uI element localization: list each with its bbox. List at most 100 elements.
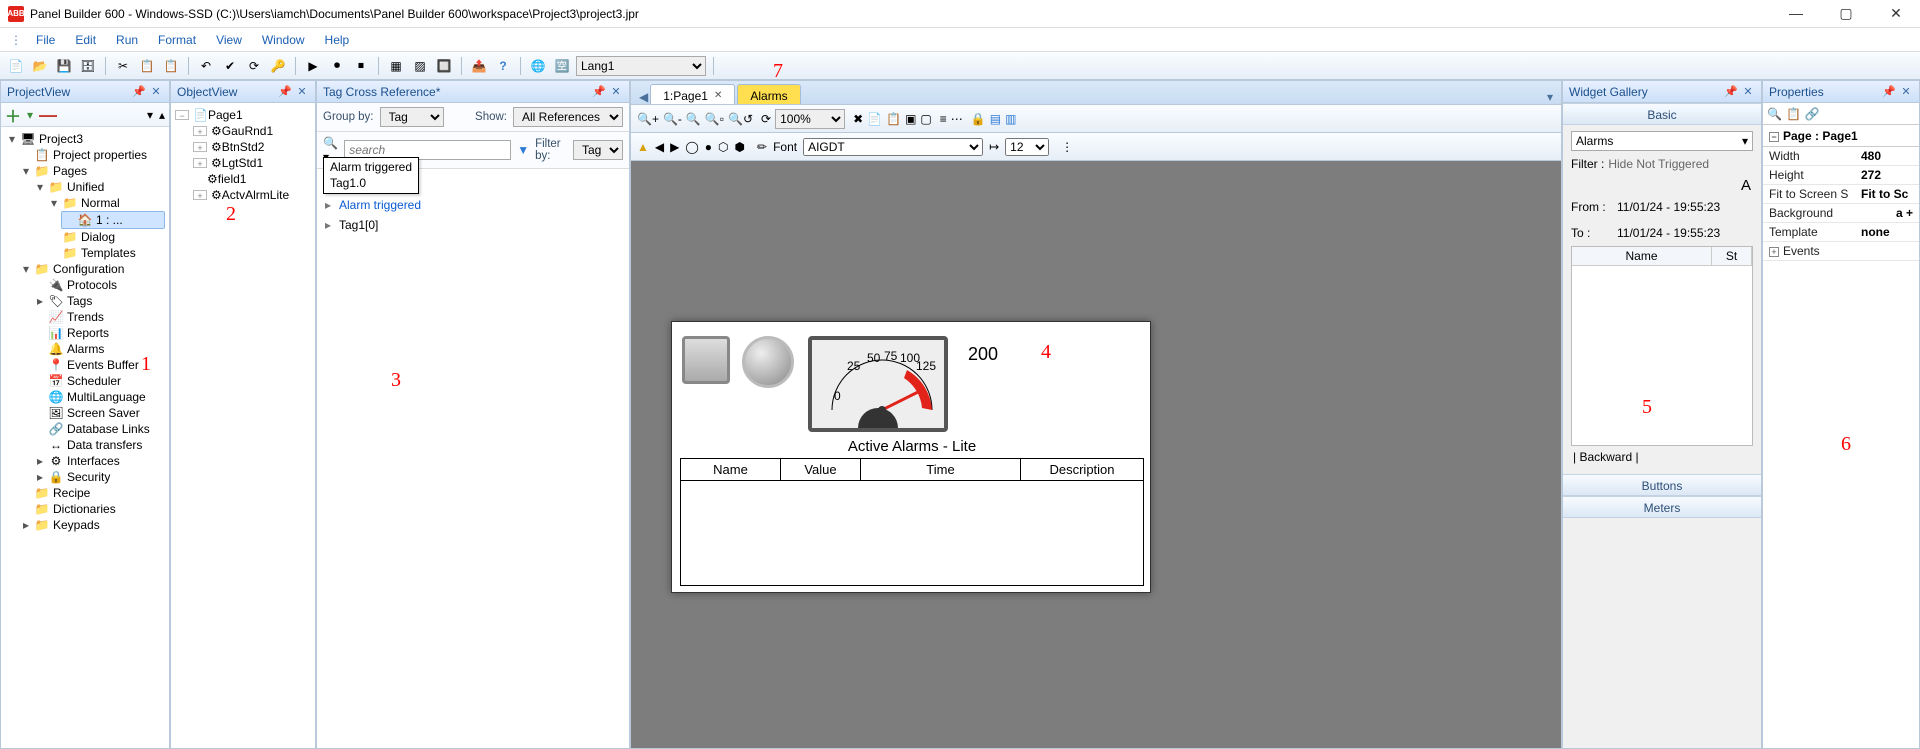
layers2-icon[interactable]: ▥ [1005, 112, 1016, 126]
align-icon[interactable]: ≡ [940, 112, 947, 126]
gallery-grid[interactable]: Name St 5 [1571, 246, 1753, 446]
close-icon[interactable]: ✕ [149, 85, 163, 98]
prop-icon[interactable]: 📋 [1786, 107, 1801, 121]
record-icon[interactable]: ⏺ [327, 56, 347, 76]
menu-edit[interactable]: Edit [65, 31, 106, 49]
new-icon[interactable]: 📄 [6, 56, 26, 76]
tree-data-transfers[interactable]: Data transfers [65, 438, 142, 452]
tree-project-properties[interactable]: Project properties [51, 148, 147, 162]
zoom-select[interactable]: 100% [775, 109, 845, 129]
pin-icon[interactable]: 📌 [278, 85, 292, 98]
obj-root[interactable]: −📄 Page1 [175, 107, 311, 123]
zoom-fit-icon[interactable]: 🔍 [686, 112, 701, 126]
distribute-icon[interactable]: ⋯ [951, 112, 963, 126]
tree-pages[interactable]: Pages [51, 164, 87, 178]
tree-events-buffer[interactable]: Events Buffer [65, 358, 139, 372]
brush-icon[interactable]: ✏ [757, 140, 767, 154]
tree-recipe[interactable]: Recipe [51, 486, 90, 500]
stop-icon[interactable]: ⏹ [351, 56, 371, 76]
prop-value[interactable]: 480 [1855, 147, 1919, 165]
open-icon[interactable]: 📂 [30, 56, 50, 76]
switch-widget[interactable] [682, 336, 730, 384]
collapse-icon[interactable]: ▾ [147, 108, 153, 122]
obj-item[interactable]: ⚙ field1 [193, 171, 311, 187]
pin-icon[interactable]: 📌 [1882, 85, 1896, 98]
zoom-100-icon[interactable]: 🔍↺ [728, 112, 753, 126]
pin-icon[interactable]: 📌 [592, 85, 606, 98]
gallery-cat-basic[interactable]: Basic [1563, 103, 1761, 125]
tree-scheduler[interactable]: Scheduler [65, 374, 121, 388]
tab-close-icon[interactable]: ✕ [714, 90, 722, 101]
groupby-select[interactable]: Tag [380, 107, 444, 127]
tree-security[interactable]: Security [65, 470, 110, 484]
play-icon[interactable]: ▶ [303, 56, 323, 76]
tree-root[interactable]: Project3 [37, 132, 83, 146]
zoom-in-icon[interactable]: 🔍+ [637, 112, 659, 126]
group-icon[interactable]: ▣ [905, 112, 916, 126]
obj-item[interactable]: +⚙ ActvAlrmLite [193, 187, 311, 203]
copy-icon[interactable]: 📋 [137, 56, 157, 76]
help-icon[interactable]: ? [493, 56, 513, 76]
ungroup-icon[interactable]: ▢ [920, 112, 931, 126]
font-select[interactable]: AIGDT [803, 138, 983, 156]
circle-icon[interactable]: ● [705, 140, 712, 154]
prop-value[interactable]: a + [1855, 204, 1919, 222]
tree-dialog[interactable]: Dialog [79, 230, 115, 244]
menu-format[interactable]: Format [148, 31, 206, 49]
page-frame[interactable]: 25 50 75 100 125 0 200 Active Alarms - L… [671, 321, 1151, 593]
maximize-button[interactable]: ▢ [1830, 5, 1862, 22]
layers-icon[interactable]: ▤ [990, 112, 1001, 126]
snap-icon[interactable]: ▨ [410, 56, 430, 76]
gallery-dropdown[interactable]: Alarms▾ [1571, 131, 1753, 151]
tree-alarms[interactable]: Alarms [65, 342, 104, 356]
filterby-select[interactable]: Tag [573, 140, 623, 160]
arrow-right-icon[interactable]: ▶ [670, 140, 679, 154]
filter-icon[interactable]: ▼ [517, 143, 529, 157]
check-icon[interactable]: ✔ [220, 56, 240, 76]
close-icon[interactable]: ✕ [609, 85, 623, 98]
obj-item[interactable]: +⚙ BtnStd2 [193, 139, 311, 155]
prop-value[interactable]: none [1855, 223, 1919, 241]
paste-icon[interactable]: 📋 [161, 56, 181, 76]
menu-view[interactable]: View [206, 31, 252, 49]
menu-run[interactable]: Run [106, 31, 148, 49]
tree-screen-saver[interactable]: Screen Saver [65, 406, 140, 420]
tagxref-row[interactable]: ▸Alarm triggered [317, 195, 629, 215]
obj-item[interactable]: +⚙ GauRnd1 [193, 123, 311, 139]
more-icon[interactable]: ⋮ [1061, 140, 1073, 154]
undo-icon[interactable]: ↶ [196, 56, 216, 76]
knob-widget[interactable] [742, 336, 794, 388]
tree-protocols[interactable]: Protocols [65, 278, 117, 292]
close-button[interactable]: ✕ [1880, 5, 1912, 22]
gallery-cat-buttons[interactable]: Buttons [1563, 474, 1761, 496]
canvas-area[interactable]: 4 25 50 75 100 125 0 [631, 161, 1561, 748]
gauge-widget[interactable]: 25 50 75 100 125 0 [808, 336, 948, 432]
indent-icon[interactable]: ↦ [989, 140, 999, 154]
obj-item[interactable]: +⚙ LgtStd1 [193, 155, 311, 171]
tree-database-links[interactable]: Database Links [65, 422, 150, 436]
backward-button[interactable]: Backward [1579, 450, 1632, 464]
hexagon-icon[interactable]: ⬡ [718, 140, 728, 154]
gallery-cat-meters[interactable]: Meters [1563, 496, 1761, 518]
rotate-icon[interactable]: ⟳ [761, 112, 771, 126]
tree-tags[interactable]: Tags [65, 294, 92, 308]
pin-icon[interactable]: 📌 [1724, 85, 1738, 98]
tree-multilanguage[interactable]: MultiLanguage [65, 390, 146, 404]
menu-help[interactable]: Help [315, 31, 360, 49]
prop-value[interactable]: 272 [1855, 166, 1919, 184]
close-icon[interactable]: ✕ [1899, 85, 1913, 98]
project-tree[interactable]: ▾🖥Project3 📋Project properties ▾📁Pages ▾… [1, 127, 169, 537]
tree-interfaces[interactable]: Interfaces [65, 454, 120, 468]
tree-configuration[interactable]: Configuration [51, 262, 124, 276]
tree-unified[interactable]: Unified [65, 180, 104, 194]
hexagon2-icon[interactable]: ⬢ [735, 140, 745, 154]
save-icon[interactable]: 💾 [54, 56, 74, 76]
tab-dropdown[interactable]: ▾ [1547, 90, 1553, 104]
tree-page1[interactable]: 1 : ... [94, 213, 123, 227]
ring-icon[interactable]: ◯ [685, 140, 698, 154]
paste-icon[interactable]: 📋 [886, 112, 901, 126]
font-size-select[interactable]: 12 [1005, 138, 1049, 156]
language-select[interactable]: Lang1 [576, 56, 706, 76]
expand-icon[interactable]: ▴ [159, 108, 165, 122]
layout-icon[interactable]: 🔲 [434, 56, 454, 76]
